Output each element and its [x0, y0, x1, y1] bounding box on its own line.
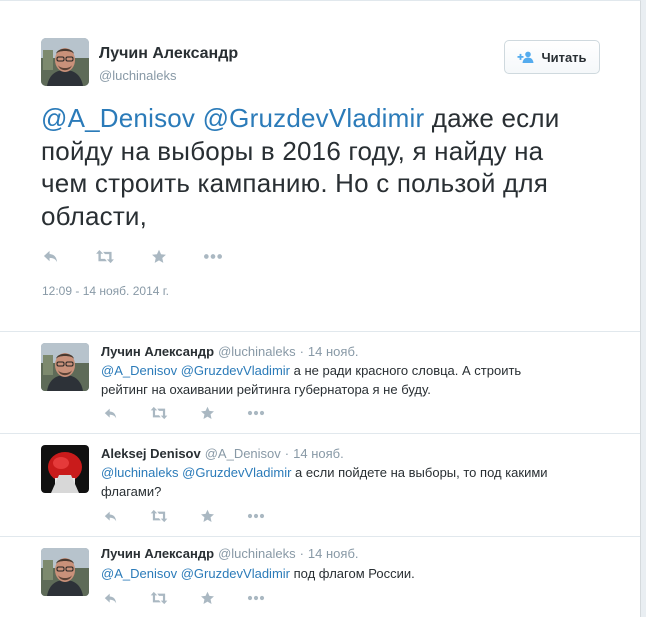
scrollbar[interactable] — [641, 0, 646, 616]
separator-dot: · — [284, 446, 290, 461]
tweet-text: @A_Denisov @GruzdevVladimir даже если по… — [41, 102, 561, 232]
reply-icon[interactable] — [103, 407, 118, 420]
reply-actions — [103, 406, 297, 420]
favorite-icon[interactable] — [200, 509, 215, 523]
reply-text: @A_Denisov @GruzdevVladimir под флагом Р… — [101, 564, 571, 583]
mention-link[interactable]: @GruzdevVladimir — [203, 103, 425, 133]
reply-actions — [103, 509, 297, 523]
reply-header: Лучин Александр @luchinaleks · 14 нояб. — [101, 344, 359, 359]
follow-user-icon — [517, 51, 535, 63]
reply-icon[interactable] — [42, 249, 59, 264]
reply-body: под флагом России. — [289, 566, 415, 581]
reply-time[interactable]: 14 нояб. — [308, 546, 359, 561]
mention-link[interactable]: @GruzdevVladimir — [181, 566, 290, 581]
retweet-icon[interactable] — [150, 591, 168, 605]
reply-tweet: Лучин Александр @luchinaleks · 14 нояб. @A_… — [0, 537, 640, 617]
more-icon[interactable] — [247, 595, 265, 601]
retweet-icon[interactable] — [150, 509, 168, 523]
author-name[interactable]: Лучин Александр — [101, 344, 214, 359]
favorite-icon[interactable] — [151, 249, 167, 264]
reply-icon[interactable] — [103, 510, 118, 523]
reply-time[interactable]: 14 нояб. — [308, 344, 359, 359]
avatar[interactable] — [41, 445, 89, 493]
more-icon[interactable] — [247, 410, 265, 416]
mention-link[interactable]: @luchinaleks — [101, 465, 179, 480]
mention-link[interactable]: @A_Denisov — [41, 103, 195, 133]
favorite-icon[interactable] — [200, 406, 215, 420]
author-name[interactable]: Aleksej Denisov — [101, 446, 201, 461]
reply-tweet: Лучин Александр @luchinaleks · 14 нояб. @A_… — [0, 332, 640, 434]
mention-link[interactable]: @GruzdevVladimir — [181, 363, 290, 378]
reply-text: @A_Denisov @GruzdevVladimir а не ради кр… — [101, 361, 571, 399]
more-icon[interactable] — [247, 513, 265, 519]
author-handle[interactable]: @luchinaleks — [218, 344, 296, 359]
reply-header: Лучин Александр @luchinaleks · 14 нояб. — [101, 546, 359, 561]
mention-link[interactable]: @GruzdevVladimir — [182, 465, 291, 480]
reply-actions — [103, 591, 297, 605]
avatar[interactable] — [41, 343, 89, 391]
main-tweet: Лучин Александр @luchinaleks Читать @A_D… — [0, 1, 640, 332]
reply-text: @luchinaleks @GruzdevVladimir а если пой… — [101, 463, 571, 501]
mention-link[interactable]: @A_Denisov — [101, 363, 177, 378]
reply-header: Aleksej Denisov @A_Denisov · 14 нояб. — [101, 446, 344, 461]
separator-dot: · — [299, 344, 304, 359]
reply-icon[interactable] — [103, 592, 118, 605]
reply-tweet: Aleksej Denisov @A_Denisov · 14 нояб. @luch… — [0, 434, 640, 537]
author-name[interactable]: Лучин Александр — [101, 546, 214, 561]
retweet-icon[interactable] — [150, 406, 168, 420]
retweet-icon[interactable] — [95, 249, 115, 264]
mention-link[interactable]: @A_Denisov — [101, 566, 177, 581]
tweet-timestamp[interactable]: 12:09 - 14 нояб. 2014 г. — [42, 284, 169, 298]
favorite-icon[interactable] — [200, 591, 215, 605]
reply-time[interactable]: 14 нояб. — [293, 446, 344, 461]
tweet-card: Лучин Александр @luchinaleks Читать @A_D… — [0, 0, 641, 617]
avatar[interactable] — [41, 548, 89, 596]
avatar[interactable] — [41, 38, 89, 86]
separator-dot: · — [299, 546, 304, 561]
author-handle[interactable]: @luchinaleks — [218, 546, 296, 561]
author-handle[interactable]: @A_Denisov — [205, 446, 281, 461]
follow-label: Читать — [541, 49, 587, 65]
author-handle[interactable]: @luchinaleks — [99, 68, 177, 83]
follow-button[interactable]: Читать — [504, 40, 600, 74]
tweet-actions — [42, 249, 259, 264]
more-icon[interactable] — [203, 253, 223, 260]
author-name[interactable]: Лучин Александр — [99, 45, 238, 63]
